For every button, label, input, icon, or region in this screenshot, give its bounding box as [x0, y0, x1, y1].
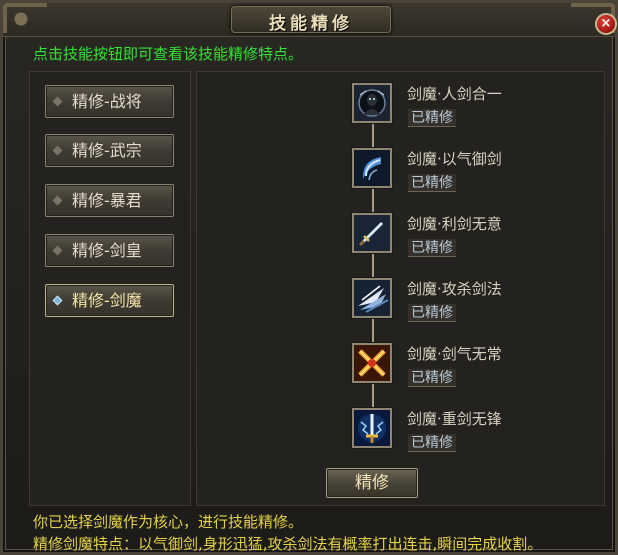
tab-label: 精修-剑皇: [72, 241, 142, 260]
diamond-icon: [52, 245, 63, 256]
refine-button[interactable]: 精修: [326, 468, 418, 498]
wind-slash-icon[interactable]: [352, 278, 392, 318]
shadow-figure-icon[interactable]: [352, 83, 392, 123]
tab-jianhuang[interactable]: 精修-剑皇: [45, 234, 174, 267]
skill-name: 剑魔·利剑无意: [407, 215, 502, 233]
skill-name: 剑魔·剑气无常: [407, 345, 502, 363]
tab-wuzong[interactable]: 精修-武宗: [45, 134, 174, 167]
diamond-icon: [52, 96, 63, 107]
diamond-icon: [52, 145, 63, 156]
tab-jianmo[interactable]: 精修-剑魔: [45, 284, 174, 317]
skill-tree-panel: [196, 71, 605, 506]
corner-ornament-icon: [3, 3, 47, 33]
tab-label: 精修-武宗: [72, 141, 142, 160]
skill-status-badge: 已精修: [408, 369, 456, 387]
lightning-sword-icon[interactable]: [352, 408, 392, 448]
skill-name: 剑魔·攻杀剑法: [407, 280, 502, 298]
skill-name: 剑魔·重剑无锋: [407, 410, 502, 428]
hint-text: 点击技能按钮即可查看该技能精修特点。: [33, 45, 304, 63]
window-title: 技能精修: [269, 14, 353, 34]
footer-feature-text: 精修剑魔特点：以气御剑,身形迅猛,攻杀剑法有概率打出连击,瞬间完成收割。: [33, 535, 543, 553]
diamond-icon: [52, 295, 63, 306]
close-button[interactable]: ×: [595, 13, 617, 35]
crossed-blades-icon[interactable]: [352, 343, 392, 383]
skill-refine-window: 技能精修 × 点击技能按钮即可查看该技能精修特点。 精修-战将 精修-武宗 精修…: [0, 0, 618, 555]
skill-status-badge: 已精修: [408, 434, 456, 452]
tab-baojun[interactable]: 精修-暴君: [45, 184, 174, 217]
close-icon[interactable]: ×: [601, 16, 612, 31]
tab-zhanjiang[interactable]: 精修-战将: [45, 85, 174, 118]
skill-status-badge: 已精修: [408, 109, 456, 127]
skill-status-badge: 已精修: [408, 304, 456, 322]
skill-status-badge: 已精修: [408, 174, 456, 192]
skill-status-badge: 已精修: [408, 239, 456, 257]
tab-label: 精修-剑魔: [72, 291, 142, 310]
skill-name: 剑魔·以气御剑: [407, 150, 502, 168]
footer-selection-text: 你已选择剑魔作为核心，进行技能精修。: [33, 513, 304, 531]
diamond-icon: [52, 195, 63, 206]
sword-icon[interactable]: [352, 213, 392, 253]
tab-label: 精修-战将: [72, 92, 142, 111]
blue-crescent-icon[interactable]: [352, 148, 392, 188]
skill-name: 剑魔·人剑合一: [407, 85, 502, 103]
tab-label: 精修-暴君: [72, 191, 142, 210]
